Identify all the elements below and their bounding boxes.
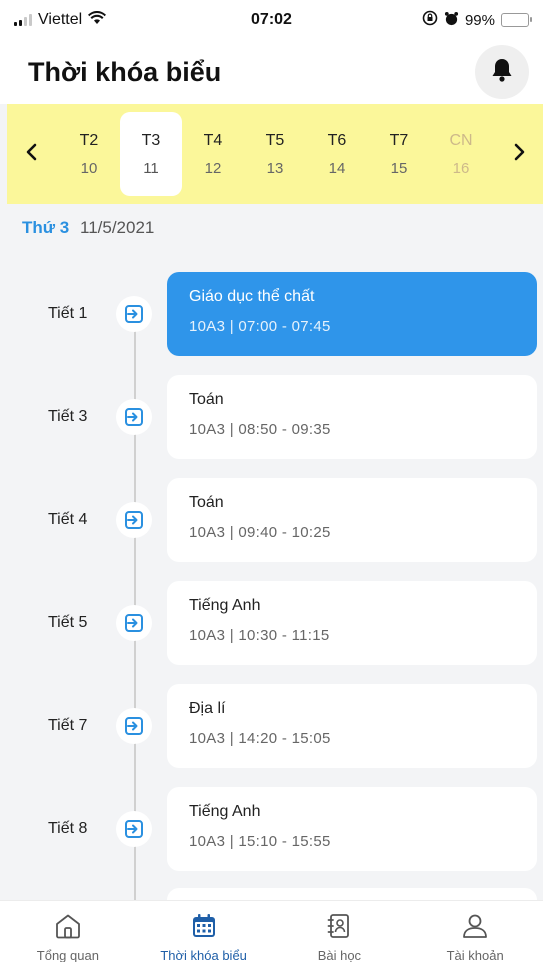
nav-item-timetable[interactable]: Thời khóa biểu <box>139 913 269 962</box>
status-left: Viettel <box>14 10 194 30</box>
day-name: T3 <box>141 131 161 149</box>
lesson-meta: 10A3 | 09:40 - 10:25 <box>189 524 331 541</box>
day-name: T7 <box>389 131 409 149</box>
battery-percent: 99% <box>464 11 495 29</box>
schedule-row: Tiết 1 Giáo dục thể chất 10A3 | 07:00 - … <box>0 272 543 356</box>
week-selector: T2 10 T3 11 T4 12 T5 13 T6 14 T7 15 CN 1… <box>7 104 543 204</box>
enter-icon <box>116 399 152 435</box>
lesson-subject: Toán <box>189 391 224 408</box>
lesson-card[interactable]: Tiếng Anh 10A3 | 15:10 - 15:55 <box>167 787 537 871</box>
day-date: 11 <box>143 159 159 177</box>
period-label: Tiết 7 <box>48 717 88 734</box>
day-date: 15 <box>390 159 408 177</box>
lesson-subject: Địa lí <box>189 700 226 717</box>
day-item-sun[interactable]: CN 16 <box>430 112 492 196</box>
nav-label: Tài khoản <box>446 948 504 962</box>
chevron-left-icon <box>25 143 37 166</box>
wifi-icon <box>88 10 107 30</box>
day-date: 10 <box>80 159 98 177</box>
day-date: 13 <box>266 159 284 177</box>
lesson-card[interactable]: Tiếng Anh 10A3 | 10:30 - 11:15 <box>167 581 537 665</box>
period-label: Tiết 1 <box>48 305 88 322</box>
carrier-name: Viettel <box>38 11 83 28</box>
nav-label: Bài học <box>317 948 362 962</box>
period-label: Tiết 5 <box>48 614 88 631</box>
schedule-row: Tiết 8 Tiếng Anh 10A3 | 15:10 - 15:55 <box>0 787 543 871</box>
day-date: 12 <box>204 159 222 177</box>
lesson-card[interactable]: Giáo dục thể chất 10A3 | 07:00 - 07:45 <box>167 272 537 356</box>
schedule-row: Tiết 7 Địa lí 10A3 | 14:20 - 15:05 <box>0 684 543 768</box>
schedule-row-partial <box>0 888 543 900</box>
day-item-thu[interactable]: T5 13 <box>244 112 306 196</box>
lesson-card[interactable]: Toán 10A3 | 09:40 - 10:25 <box>167 478 537 562</box>
day-name: T2 <box>79 131 99 149</box>
day-name: T4 <box>203 131 223 149</box>
next-week-button[interactable] <box>496 104 543 204</box>
prev-week-button[interactable] <box>7 104 54 204</box>
day-name: T6 <box>327 131 347 149</box>
schedule-row: Tiết 4 Toán 10A3 | 09:40 - 10:25 <box>0 478 543 562</box>
alarm-icon <box>444 11 459 30</box>
battery-icon <box>501 13 532 27</box>
enter-icon <box>116 708 152 744</box>
signal-icon <box>14 14 32 26</box>
lesson-subject: Toán <box>189 494 224 511</box>
bell-icon <box>490 57 514 88</box>
chevron-right-icon <box>514 143 526 166</box>
day-item-tue[interactable]: T3 11 <box>120 112 182 196</box>
nav-item-lessons[interactable]: Bài học <box>274 913 404 962</box>
enter-icon <box>116 605 152 641</box>
day-item-mon[interactable]: T2 10 <box>58 112 120 196</box>
enter-icon <box>116 811 152 847</box>
day-name: CN <box>449 131 473 149</box>
status-bar: Viettel 07:02 99% <box>0 0 543 40</box>
schedule-row: Tiết 3 Toán 10A3 | 08:50 - 09:35 <box>0 375 543 459</box>
notification-button[interactable] <box>475 45 529 99</box>
day-item-wed[interactable]: T4 12 <box>182 112 244 196</box>
enter-icon <box>116 296 152 332</box>
nav-item-account[interactable]: Tài khoản <box>410 913 540 962</box>
bottom-nav: Tổng quan Thời khóa biểu Bài học Tài kho… <box>0 900 543 962</box>
nav-item-overview[interactable]: Tổng quan <box>3 913 133 962</box>
lesson-meta: 10A3 | 08:50 - 09:35 <box>189 421 331 438</box>
schedule-row: Tiết 5 Tiếng Anh 10A3 | 10:30 - 11:15 <box>0 581 543 665</box>
period-label: Tiết 8 <box>48 820 88 837</box>
day-item-fri[interactable]: T6 14 <box>306 112 368 196</box>
selected-date-value: 11/5/2021 <box>80 218 155 237</box>
user-icon <box>461 913 489 944</box>
selected-date: Thứ 3 11/5/2021 <box>22 218 154 238</box>
selected-weekday: Thứ 3 <box>22 218 70 237</box>
lesson-card[interactable]: Địa lí 10A3 | 14:20 - 15:05 <box>167 684 537 768</box>
nav-label: Tổng quan <box>36 948 99 962</box>
lesson-meta: 10A3 | 14:20 - 15:05 <box>189 730 331 747</box>
contact-book-icon <box>325 913 353 944</box>
nav-label: Thời khóa biểu <box>160 948 247 962</box>
day-list: T2 10 T3 11 T4 12 T5 13 T6 14 T7 15 CN 1… <box>54 112 496 196</box>
lesson-subject: Giáo dục thể chất <box>189 288 315 305</box>
status-right: 99% <box>349 10 532 30</box>
lesson-card[interactable]: Toán 10A3 | 08:50 - 09:35 <box>167 375 537 459</box>
lesson-meta: 10A3 | 10:30 - 11:15 <box>189 627 330 644</box>
lesson-subject: Tiếng Anh <box>189 803 261 820</box>
day-name: T5 <box>265 131 285 149</box>
header: Thời khóa biểu <box>0 40 543 104</box>
status-time: 07:02 <box>251 11 292 28</box>
lesson-card[interactable] <box>167 888 537 900</box>
lesson-meta: 10A3 | 15:10 - 15:55 <box>189 833 331 850</box>
day-item-sat[interactable]: T7 15 <box>368 112 430 196</box>
day-date: 14 <box>328 159 346 177</box>
home-icon <box>54 913 82 944</box>
rotation-lock-icon <box>422 10 438 30</box>
period-label: Tiết 4 <box>48 511 88 528</box>
lesson-subject: Tiếng Anh <box>189 597 261 614</box>
lesson-meta: 10A3 | 07:00 - 07:45 <box>189 318 331 335</box>
page-title: Thời khóa biểu <box>28 56 222 87</box>
enter-icon <box>116 502 152 538</box>
period-label: Tiết 3 <box>48 408 88 425</box>
day-date: 16 <box>452 159 470 177</box>
calendar-icon <box>190 913 218 944</box>
